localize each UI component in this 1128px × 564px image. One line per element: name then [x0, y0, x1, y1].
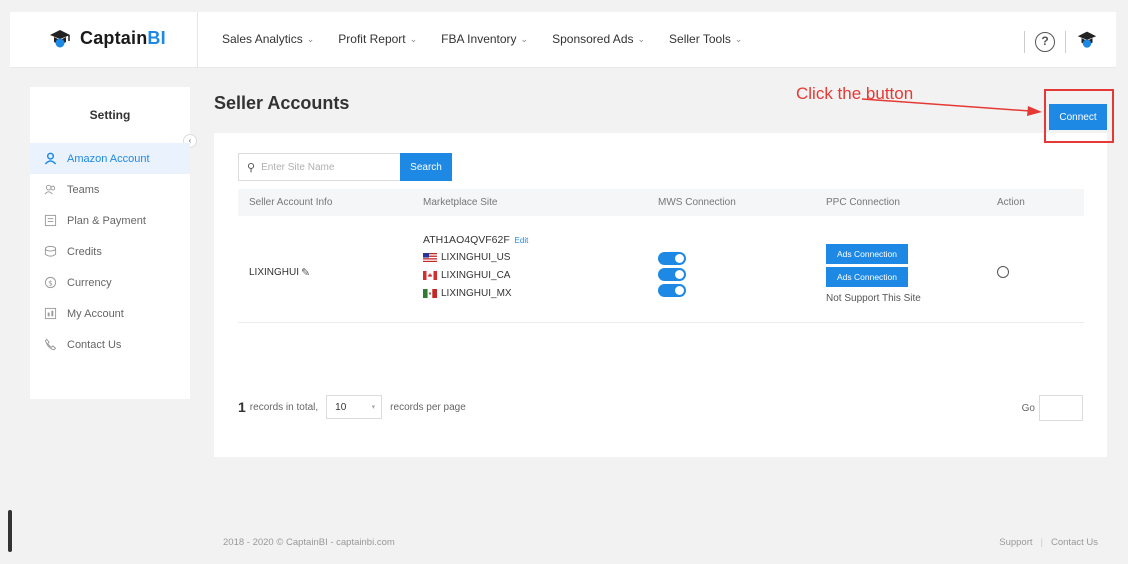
connect-button[interactable]: Connect	[1049, 104, 1107, 130]
chevron-down-icon: ⌄	[520, 33, 529, 44]
site-search-input[interactable]	[261, 161, 392, 173]
nav-profit-report[interactable]: Profit Report ⌄	[338, 32, 417, 46]
phone-icon	[44, 338, 57, 351]
sidebar-item-credits[interactable]: Credits	[30, 236, 190, 267]
ppc-connection-cell: Ads Connection Ads Connection Not Suppor…	[826, 244, 921, 304]
mws-toggle-ca[interactable]	[658, 268, 686, 281]
column-header: MWS Connection	[658, 197, 736, 208]
sidebar-item-currency[interactable]: $ Currency	[30, 267, 190, 298]
chevron-down-icon: ⌄	[409, 33, 418, 44]
page-title: Seller Accounts	[214, 93, 350, 113]
logo[interactable]: CaptainBI	[48, 26, 166, 50]
captain-logo-icon	[48, 26, 72, 50]
window-edge-handle	[8, 510, 12, 552]
column-header: PPC Connection	[826, 197, 900, 208]
table-header: Seller Account Info Marketplace Site MWS…	[238, 189, 1084, 216]
column-header: Action	[997, 197, 1025, 208]
sidebar-title: Setting	[89, 108, 131, 122]
mws-toggle-us[interactable]	[658, 252, 686, 265]
page-size-select[interactable]: 10 ▾	[326, 395, 383, 419]
table-row: LIXINGHUI ✎ ATH1AO4QVF62F Edit LIXINGHUI…	[238, 223, 1084, 323]
seller-id: ATH1AO4QVF62F	[423, 234, 510, 246]
column-header: Marketplace Site	[423, 197, 498, 208]
mws-connection-cell	[658, 252, 686, 297]
account-icon	[44, 307, 57, 320]
footer-copyright: 2018 - 2020 © CaptainBI - captainbi.com	[223, 537, 395, 548]
site-item: LIXINGHUI_CA	[423, 268, 528, 282]
nav-seller-tools[interactable]: Seller Tools ⌄	[669, 32, 742, 46]
user-avatar-icon[interactable]	[1076, 28, 1098, 55]
help-icon[interactable]: ?	[1035, 31, 1055, 52]
top-nav: CaptainBI Sales Analytics ⌄ Profit Report…	[10, 12, 1116, 68]
person-icon	[44, 152, 57, 165]
nav-sponsored-ads[interactable]: Sponsored Ads ⌄	[552, 32, 645, 46]
sidebar-item-contact-us[interactable]: Contact Us	[30, 329, 190, 360]
search-button[interactable]: Search	[400, 153, 452, 181]
nav-divider	[197, 12, 198, 68]
chevron-down-icon: ▾	[371, 404, 376, 411]
pagination: 1 records in total, 10 ▾ records per pag…	[238, 395, 466, 419]
chevron-down-icon: ⌄	[306, 33, 315, 44]
settings-sidebar: Setting ‹ Amazon Account Teams Plan & Pa…	[30, 87, 197, 399]
ads-connection-button-us[interactable]: Ads Connection	[826, 244, 908, 264]
edit-link[interactable]: Edit	[515, 236, 529, 245]
credits-icon	[44, 245, 57, 258]
mx-flag-icon	[423, 288, 437, 298]
mws-toggle-mx[interactable]	[658, 284, 686, 297]
nav-right: ?	[1024, 28, 1098, 55]
footer-links: Support | Contact Us	[999, 537, 1098, 548]
currency-icon: $	[44, 276, 57, 289]
divider	[1024, 30, 1025, 53]
chevron-down-icon: ⌄	[734, 33, 743, 44]
column-header: Seller Account Info	[249, 197, 333, 208]
seller-accounts-card: ⚲ Search Seller Account Info Marketplace…	[214, 133, 1107, 457]
chevron-down-icon: ⌄	[637, 33, 646, 44]
team-icon	[44, 183, 57, 196]
divider	[1065, 30, 1066, 53]
sidebar-menu: Amazon Account Teams Plan & Payment Cred…	[30, 143, 190, 360]
ppc-not-supported-note: Not Support This Site	[826, 293, 921, 304]
footer-separator: |	[1040, 537, 1043, 548]
marketplace-cell: ATH1AO4QVF62F Edit LIXINGHUI_US LIXINGHU…	[423, 234, 528, 300]
goto-page: Go	[1022, 395, 1083, 421]
annotation-arrow-icon	[861, 98, 1042, 116]
site-item: LIXINGHUI_MX	[423, 286, 528, 300]
sidebar-item-amazon-account[interactable]: Amazon Account	[30, 143, 190, 174]
footer-link-contact-us[interactable]: Contact Us	[1051, 537, 1098, 548]
plan-icon	[44, 214, 57, 227]
nav-sales-analytics[interactable]: Sales Analytics ⌄	[222, 32, 314, 46]
us-flag-icon	[423, 252, 437, 262]
records-total: 1	[238, 399, 246, 415]
site-item: LIXINGHUI_US	[423, 250, 528, 264]
edit-pencil-icon[interactable]: ✎	[301, 266, 310, 279]
sidebar-item-plan-payment[interactable]: Plan & Payment	[30, 205, 190, 236]
nav-fba-inventory[interactable]: FBA Inventory ⌄	[441, 32, 528, 46]
action-radio[interactable]	[997, 266, 1009, 278]
ca-flag-icon	[423, 270, 437, 280]
footer-link-support[interactable]: Support	[999, 537, 1032, 548]
search-icon: ⚲	[247, 161, 256, 174]
svg-text:$: $	[48, 278, 53, 287]
sidebar-item-teams[interactable]: Teams	[30, 174, 190, 205]
sidebar-item-my-account[interactable]: My Account	[30, 298, 190, 329]
logo-text: CaptainBI	[80, 27, 166, 48]
nav-menu: Sales Analytics ⌄ Profit Report ⌄ FBA Inve…	[222, 32, 742, 46]
account-name-cell: LIXINGHUI ✎	[249, 266, 311, 279]
goto-page-input[interactable]	[1039, 395, 1083, 421]
search-box: ⚲	[238, 153, 400, 181]
ads-connection-button-ca[interactable]: Ads Connection	[826, 267, 908, 287]
